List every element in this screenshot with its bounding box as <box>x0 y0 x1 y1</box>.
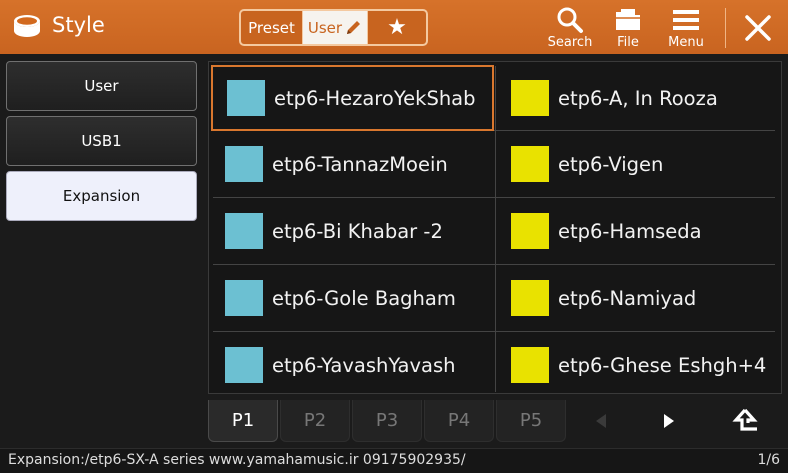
tab-user-label: User <box>307 18 343 37</box>
close-icon[interactable] <box>738 8 778 48</box>
star-icon: ★ <box>387 15 407 40</box>
style-swatch <box>225 347 263 383</box>
page-tab-p3[interactable]: P3 <box>352 400 422 442</box>
style-name: etp6-Bi Khabar -2 <box>272 219 443 243</box>
page-tab-label: P4 <box>447 410 471 431</box>
tab-preset[interactable]: Preset <box>241 11 303 44</box>
style-swatch <box>511 213 549 249</box>
status-bar: Expansion:/etp6-SX-A series www.yamahamu… <box>0 448 788 473</box>
page-tab-label: P3 <box>375 410 399 431</box>
category-switch: Preset User ★ <box>239 9 428 46</box>
style-name: etp6-YavashYavash <box>272 353 456 377</box>
page-tab-label: P1 <box>231 410 255 431</box>
sidebar-item-user[interactable]: User <box>6 61 197 111</box>
style-item[interactable]: etp6-Bi Khabar -2 <box>211 198 494 264</box>
page-tab-label: P2 <box>303 410 327 431</box>
sidebar-item-usb1[interactable]: USB1 <box>6 116 197 166</box>
next-page-button[interactable] <box>636 400 702 442</box>
style-name: etp6-TannazMoein <box>272 152 448 176</box>
style-swatch <box>511 347 549 383</box>
menu-button[interactable]: Menu <box>662 6 710 52</box>
pencil-icon <box>347 20 361 34</box>
search-label: Search <box>547 35 593 50</box>
page-tab-p2[interactable]: P2 <box>280 400 350 442</box>
sidebar-item-label: User <box>84 77 119 95</box>
tab-preset-label: Preset <box>248 18 295 37</box>
file-label: File <box>617 35 639 50</box>
tab-favorite[interactable]: ★ <box>367 11 426 44</box>
page-tab-p5[interactable]: P5 <box>496 400 566 442</box>
style-name: etp6-Gole Bagham <box>272 286 456 310</box>
triangle-right-icon <box>664 414 674 428</box>
style-swatch <box>225 280 263 316</box>
style-item-selected[interactable]: etp6-HezaroYekShab <box>211 65 494 131</box>
triangle-left-icon <box>596 414 606 428</box>
style-item[interactable]: etp6-A, In Rooza <box>497 65 780 131</box>
up-folder-button[interactable] <box>712 400 778 442</box>
style-item[interactable]: etp6-YavashYavash <box>211 332 494 398</box>
current-path: Expansion:/etp6-SX-A series www.yamahamu… <box>8 452 466 468</box>
sidebar-item-label: USB1 <box>81 132 122 150</box>
prev-page-button[interactable] <box>568 400 634 442</box>
drum-icon <box>14 15 40 37</box>
page-title: Style <box>52 13 105 37</box>
search-button[interactable]: Search <box>545 6 595 52</box>
style-item[interactable]: etp6-Ghese Eshgh+4 <box>497 332 780 398</box>
tab-user[interactable]: User <box>303 11 367 44</box>
page-tab-p4[interactable]: P4 <box>424 400 494 442</box>
folder-icon <box>616 9 640 30</box>
style-swatch <box>511 280 549 316</box>
up-arrow-icon <box>732 408 758 431</box>
style-swatch <box>225 146 263 182</box>
style-name: etp6-A, In Rooza <box>558 86 718 110</box>
style-item[interactable]: etp6-Namiyad <box>497 265 780 331</box>
style-list-panel: etp6-HezaroYekShab etp6-TannazMoein etp6… <box>208 61 782 394</box>
search-icon <box>557 7 583 33</box>
header-divider <box>725 8 726 48</box>
page-tab-label: P5 <box>519 410 543 431</box>
style-swatch <box>511 80 549 116</box>
style-swatch <box>225 213 263 249</box>
menu-label: Menu <box>668 35 704 50</box>
style-name: etp6-Ghese Eshgh+4 <box>558 353 767 377</box>
style-item[interactable]: etp6-Vigen <box>497 131 780 197</box>
style-swatch <box>511 146 549 182</box>
page-tab-p1[interactable]: P1 <box>208 400 278 442</box>
style-swatch <box>227 80 265 116</box>
page-indicator: 1/6 <box>757 452 780 468</box>
style-name: etp6-Namiyad <box>558 286 697 310</box>
style-name: etp6-Vigen <box>558 152 664 176</box>
column-divider <box>495 66 496 392</box>
sidebar-item-label: Expansion <box>62 187 141 205</box>
style-item[interactable]: etp6-Gole Bagham <box>211 265 494 331</box>
style-name: etp6-Hamseda <box>558 219 702 243</box>
sidebar-item-expansion[interactable]: Expansion <box>6 171 197 221</box>
style-name: etp6-HezaroYekShab <box>274 86 476 110</box>
style-item[interactable]: etp6-Hamseda <box>497 198 780 264</box>
style-item[interactable]: etp6-TannazMoein <box>211 131 494 197</box>
file-button[interactable]: File <box>605 6 651 52</box>
header-bar: Style Preset User ★ Search File Menu <box>0 0 788 54</box>
hamburger-icon <box>673 10 699 30</box>
